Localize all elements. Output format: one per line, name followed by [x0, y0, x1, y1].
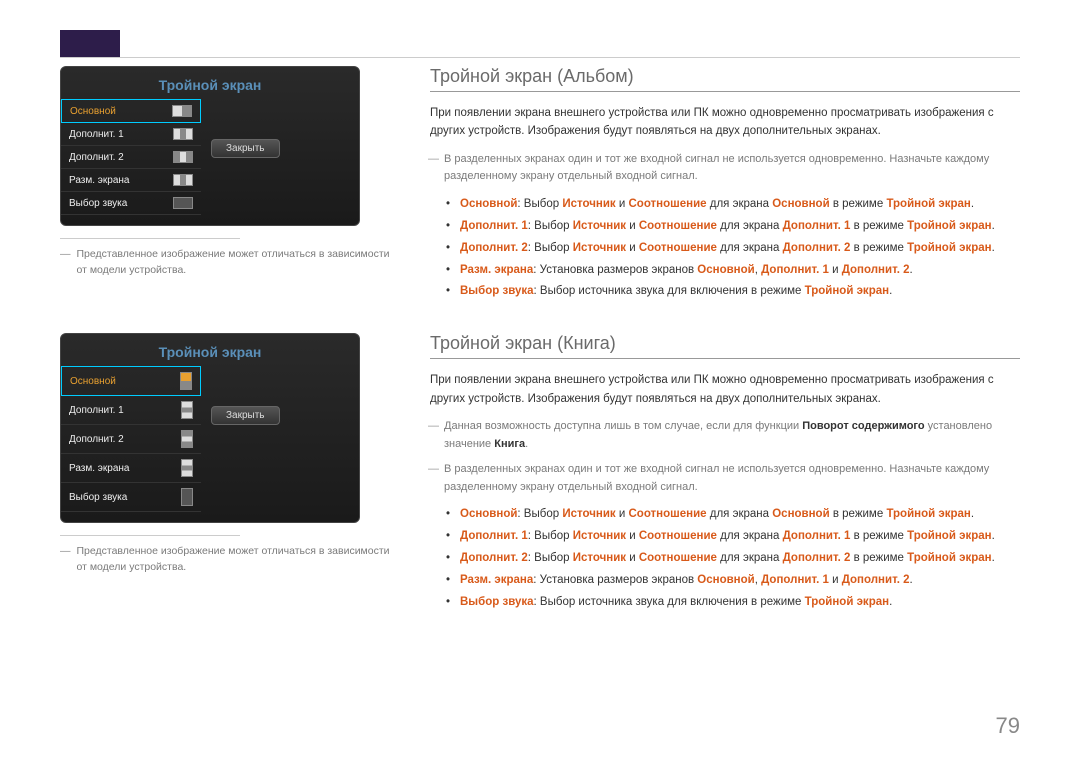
layout-icon: [172, 105, 192, 117]
osd-item-label: Разм. экрана: [69, 463, 130, 474]
layout-icon: [173, 174, 193, 186]
dash-note-rotate: Данная возможность доступна лишь в том с…: [444, 418, 1020, 453]
section-title-book: Тройной экран (Книга): [430, 333, 1020, 359]
bullet-sub1: Дополнит. 1: Выбор Источник и Соотношени…: [460, 216, 1020, 238]
bullet-main: Основной: Выбор Источник и Соотношение д…: [460, 194, 1020, 216]
top-border: [60, 30, 1020, 58]
osd-menu: Основной Дополнит. 1 Дополнит. 2 Разм. э…: [61, 366, 201, 512]
content-book: Тройной экран (Книга) При появлении экра…: [430, 333, 1020, 613]
osd-item-sound[interactable]: Выбор звука: [61, 192, 201, 215]
row-book: Тройной экран Основной Дополнит. 1 Допол…: [60, 333, 1020, 613]
close-button[interactable]: Закрыть: [211, 406, 280, 425]
bullet-size: Разм. экрана: Установка размеров экранов…: [460, 570, 1020, 592]
layout-icon: [173, 128, 193, 140]
page-number: 79: [996, 713, 1020, 739]
osd-item-label: Дополнит. 2: [69, 434, 124, 445]
osd-item-label: Выбор звука: [69, 198, 127, 209]
bullet-list: Основной: Выбор Источник и Соотношение д…: [430, 194, 1020, 303]
layout-icon: [181, 401, 193, 419]
osd-panel-album: Тройной экран Основной Дополнит. 1 Допол…: [60, 66, 360, 226]
layout-icon: [181, 430, 193, 448]
osd-title: Тройной экран: [61, 334, 359, 366]
osd-item-sub2[interactable]: Дополнит. 2: [61, 146, 201, 169]
bullet-main: Основной: Выбор Источник и Соотношение д…: [460, 504, 1020, 526]
dash-note: В разделенных экранах один и тот же вход…: [444, 461, 1020, 496]
osd-item-sub1[interactable]: Дополнит. 1: [61, 396, 201, 425]
bullet-sub2: Дополнит. 2: Выбор Источник и Соотношени…: [460, 548, 1020, 570]
osd-menu: Основной Дополнит. 1 Дополнит. 2 Разм. э…: [61, 99, 201, 215]
osd-item-label: Основной: [70, 106, 116, 117]
osd-item-sub1[interactable]: Дополнит. 1: [61, 123, 201, 146]
osd-item-main[interactable]: Основной: [61, 99, 201, 123]
osd-item-sub2[interactable]: Дополнит. 2: [61, 425, 201, 454]
bullet-size: Разм. экрана: Установка размеров экранов…: [460, 260, 1020, 282]
note-text: Представленное изображение может отличат…: [77, 247, 391, 279]
osd-item-label: Дополнит. 1: [69, 129, 124, 140]
layout-icon: [181, 459, 193, 477]
content-album: Тройной экран (Альбом) При появлении экр…: [430, 66, 1020, 303]
layout-icon: [180, 372, 192, 390]
osd-item-sound[interactable]: Выбор звука: [61, 483, 201, 512]
bullet-list: Основной: Выбор Источник и Соотношение д…: [430, 504, 1020, 613]
osd-item-main[interactable]: Основной: [61, 366, 201, 396]
layout-icon: [173, 197, 193, 209]
osd-item-label: Выбор звука: [69, 492, 127, 503]
section-title-album: Тройной экран (Альбом): [430, 66, 1020, 92]
layout-icon: [173, 151, 193, 163]
osd-item-label: Разм. экрана: [69, 175, 130, 186]
divider: [60, 535, 240, 536]
footnote: ―Представленное изображение может отлича…: [60, 544, 390, 576]
footnote: ―Представленное изображение может отлича…: [60, 247, 390, 279]
osd-panel-book: Тройной экран Основной Дополнит. 1 Допол…: [60, 333, 360, 523]
dash-note: В разделенных экранах один и тот же вход…: [444, 151, 1020, 186]
note-text: Представленное изображение может отличат…: [77, 544, 391, 576]
divider: [60, 238, 240, 239]
osd-item-label: Дополнит. 2: [69, 152, 124, 163]
left-column-2: Тройной экран Основной Дополнит. 1 Допол…: [60, 333, 390, 613]
osd-item-label: Дополнит. 1: [69, 405, 124, 416]
bullet-sub1: Дополнит. 1: Выбор Источник и Соотношени…: [460, 526, 1020, 548]
osd-item-label: Основной: [70, 376, 116, 387]
close-button[interactable]: Закрыть: [211, 139, 280, 158]
bullet-sound: Выбор звука: Выбор источника звука для в…: [460, 281, 1020, 303]
left-column-1: Тройной экран Основной Дополнит. 1 Допол…: [60, 66, 390, 303]
bullet-sub2: Дополнит. 2: Выбор Источник и Соотношени…: [460, 238, 1020, 260]
osd-item-size[interactable]: Разм. экрана: [61, 454, 201, 483]
osd-title: Тройной экран: [61, 67, 359, 99]
intro-para: При появлении экрана внешнего устройства…: [430, 104, 1020, 141]
bullet-sound: Выбор звука: Выбор источника звука для в…: [460, 592, 1020, 614]
layout-icon: [181, 488, 193, 506]
osd-item-size[interactable]: Разм. экрана: [61, 169, 201, 192]
accent-bar: [60, 30, 120, 57]
row-album: Тройной экран Основной Дополнит. 1 Допол…: [60, 66, 1020, 303]
intro-para: При появлении экрана внешнего устройства…: [430, 371, 1020, 408]
